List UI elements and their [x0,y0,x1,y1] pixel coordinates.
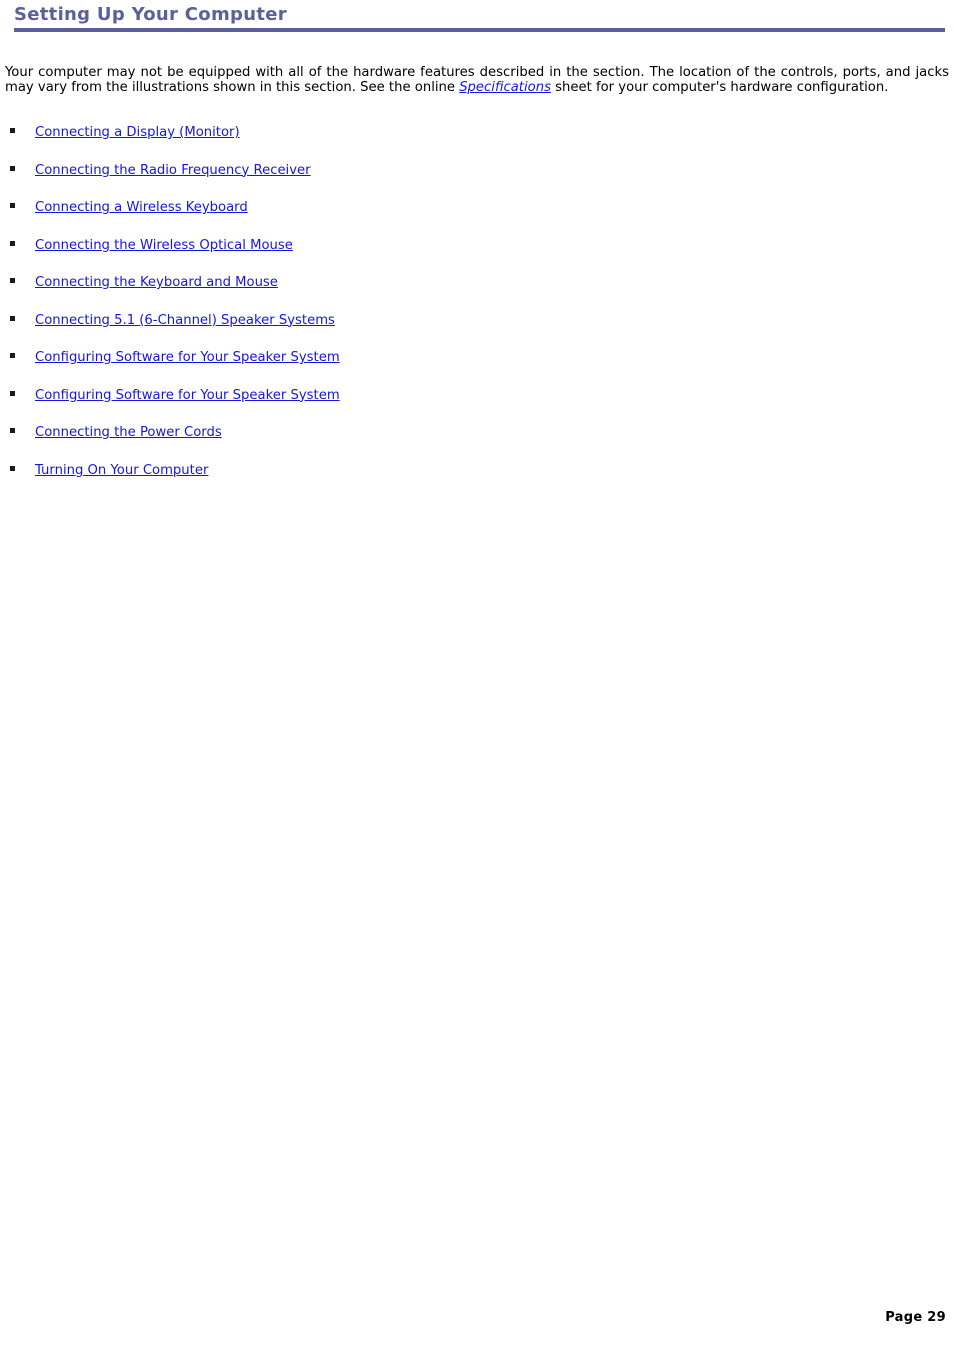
list-item[interactable]: Connecting a Wireless Keyboard [0,196,954,234]
list-item[interactable]: Configuring Software for Your Speaker Sy… [0,346,954,384]
list-item[interactable]: Connecting the Radio Frequency Receiver [0,159,954,197]
square-bullet-icon [10,278,15,283]
sidebar-item-connecting-the-power-cords[interactable]: Connecting the Power Cords [35,425,222,441]
page-title: Setting Up Your Computer [14,4,287,25]
square-bullet-icon [10,203,15,208]
list-item[interactable]: Connecting the Power Cords [0,421,954,459]
square-bullet-icon [10,353,15,358]
sidebar-item-connecting-the-keyboard-and-mouse[interactable]: Connecting the Keyboard and Mouse [35,275,278,291]
page-heading-block: Setting Up Your Computer [14,4,945,32]
square-bullet-icon [10,128,15,133]
list-item[interactable]: Configuring Software for Your Speaker Sy… [0,384,954,422]
square-bullet-icon [10,240,15,246]
sidebar-item-connecting-a-wireless-keyboard[interactable]: Connecting a Wireless Keyboard [35,200,248,216]
square-bullet-icon [10,465,15,471]
list-item[interactable]: Connecting a Display (Monitor) [0,121,954,159]
heading-divider [14,28,945,32]
sidebar-item-configuring-software-for-your-speaker-system-1[interactable]: Configuring Software for Your Speaker Sy… [35,350,340,366]
square-bullet-icon [10,315,15,321]
intro-text-after-link: sheet for your computer's hardware confi… [550,80,889,96]
page-number: Page 29 [885,1310,946,1325]
square-bullet-icon [10,165,15,171]
specifications-link[interactable]: Specifications [459,80,551,95]
list-item[interactable]: Connecting 5.1 (6-Channel) Speaker Syste… [0,309,954,347]
square-bullet-icon [10,428,15,433]
list-item[interactable]: Connecting the Wireless Optical Mouse [0,234,954,272]
document-page: Setting Up Your Computer Your computer m… [0,0,954,1351]
sidebar-item-connecting-a-display-monitor[interactable]: Connecting a Display (Monitor) [35,125,240,141]
intro-paragraph: Your computer may not be equipped with a… [5,65,949,95]
sidebar-item-connecting-51-speaker-systems[interactable]: Connecting 5.1 (6-Channel) Speaker Syste… [35,313,335,329]
list-item[interactable]: Connecting the Keyboard and Mouse [0,271,954,309]
sidebar-item-connecting-the-radio-frequency-receiver[interactable]: Connecting the Radio Frequency Receiver [35,163,311,179]
list-item[interactable]: Turning On Your Computer [0,459,954,497]
section-link-list: Connecting a Display (Monitor) Connectin… [0,121,954,496]
sidebar-item-configuring-software-for-your-speaker-system-2[interactable]: Configuring Software for Your Speaker Sy… [35,388,340,404]
sidebar-item-connecting-the-wireless-optical-mouse[interactable]: Connecting the Wireless Optical Mouse [35,238,293,254]
sidebar-item-turning-on-your-computer[interactable]: Turning On Your Computer [35,463,208,479]
square-bullet-icon [10,390,15,396]
